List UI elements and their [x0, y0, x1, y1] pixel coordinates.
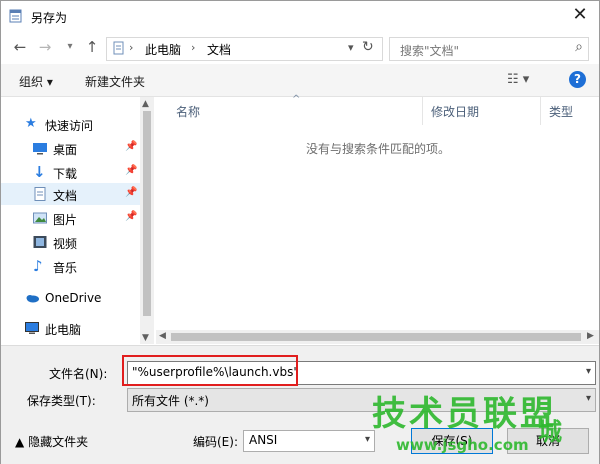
up-button[interactable]: ↑ [83, 38, 101, 56]
chevron-down-icon[interactable]: ▾ [586, 366, 591, 377]
sidebar-item-music[interactable]: ♪ 音乐 [1, 255, 141, 277]
address-dropdown-icon[interactable]: ▾ [348, 41, 354, 54]
breadcrumb-this-pc[interactable]: 此电脑 [145, 41, 181, 58]
watermark-logo: 技术员联盟 [372, 394, 557, 434]
help-icon[interactable]: ? [569, 71, 586, 88]
nav-pane-scroll-thumb[interactable] [143, 111, 151, 316]
navigation-pane: ★ 快速访问 桌面 📌 ↓ 下载 📌 文档 📌 图片 📌 视频 ♪ 音乐 One… [1, 97, 154, 344]
view-options-icon[interactable]: ☷ ▾ [507, 72, 529, 87]
hide-folders-label: 隐藏文件夹 [28, 435, 89, 449]
sidebar-item-label: 图片 [53, 213, 78, 227]
pc-icon [25, 322, 39, 334]
filetype-value: 所有文件 (*.*) [132, 394, 209, 408]
new-folder-button[interactable]: 新建文件夹 [85, 73, 145, 90]
empty-message: 没有与搜索条件匹配的项。 [306, 142, 451, 156]
search-icon[interactable]: ⌕ [575, 39, 583, 55]
pin-icon: 📌 [125, 141, 138, 152]
file-list: 名称 ^ 修改日期 类型 没有与搜索条件匹配的项。 ◀ ▶ [156, 94, 599, 344]
sidebar-item-label: 视频 [53, 237, 78, 251]
sidebar-item-label: OneDrive [45, 291, 102, 305]
notepad-icon [9, 9, 22, 23]
scroll-down-icon[interactable]: ▼ [142, 333, 149, 343]
search-input[interactable]: 搜索"文档" ⌕ [389, 37, 589, 61]
window-title: 另存为 [31, 11, 68, 25]
chevron-right-icon: › [129, 41, 134, 54]
encoding-value: ANSI [249, 433, 278, 447]
pin-icon: 📌 [125, 211, 138, 222]
scroll-up-icon[interactable]: ▲ [142, 99, 149, 109]
sidebar-item-pictures[interactable]: 图片 📌 [1, 207, 141, 229]
chevron-down-icon[interactable]: ▾ [365, 434, 370, 445]
column-separator[interactable] [422, 97, 423, 125]
sidebar-item-onedrive[interactable]: OneDrive [1, 287, 141, 309]
scroll-right-icon[interactable]: ▶ [587, 331, 594, 341]
onedrive-icon [26, 295, 39, 303]
chevron-right-icon: › [191, 41, 196, 54]
recent-locations-button[interactable]: ▾ [61, 38, 79, 56]
sidebar-item-desktop[interactable]: 桌面 📌 [1, 137, 141, 159]
sidebar-item-label: 音乐 [53, 261, 78, 275]
column-header-name[interactable]: 名称 [176, 103, 200, 120]
hide-folders-toggle[interactable]: ▲ 隐藏文件夹 [15, 433, 88, 450]
pictures-icon [33, 212, 47, 224]
address-bar[interactable]: › 此电脑 › 文档 ▾ ↻ [106, 37, 383, 61]
forward-button[interactable]: → [36, 38, 54, 56]
document-icon [34, 187, 46, 201]
search-placeholder: 搜索"文档" [400, 44, 460, 58]
column-header-date-modified[interactable]: 修改日期 [431, 103, 479, 120]
sidebar-item-label: 桌面 [53, 143, 78, 157]
pin-icon: 📌 [125, 187, 138, 198]
star-icon: ★ [25, 116, 37, 131]
breadcrumb-documents[interactable]: 文档 [207, 41, 231, 58]
music-icon: ♪ [33, 257, 43, 275]
watermark-url: www.jsgho.com [396, 436, 529, 454]
sidebar-item-quick-access[interactable]: ★ 快速访问 [1, 113, 141, 135]
desktop-icon [33, 143, 47, 155]
file-list-scrollbar[interactable]: ◀ ▶ [156, 330, 599, 344]
title-bar: 另存为 ✕ [1, 1, 599, 31]
pin-icon: 📌 [125, 165, 138, 176]
video-icon [33, 236, 47, 248]
column-header-type[interactable]: 类型 [549, 103, 573, 120]
column-separator[interactable] [540, 97, 541, 125]
sidebar-item-documents[interactable]: 文档 📌 [1, 183, 140, 205]
watermark-suffix: 城 [538, 418, 562, 446]
filename-highlight-box [122, 355, 298, 386]
filename-label: 文件名(N): [49, 367, 108, 381]
filetype-label: 保存类型(T): [27, 394, 96, 408]
sort-ascending-icon: ^ [292, 94, 301, 105]
toolbar: 组织 ▾ 新建文件夹 ☷ ▾ ? [1, 64, 599, 97]
chevron-down-icon[interactable]: ▾ [586, 393, 591, 404]
encoding-select[interactable]: ANSI ▾ [243, 430, 375, 452]
document-icon [113, 41, 124, 55]
sidebar-item-label: 快速访问 [45, 119, 94, 133]
file-list-scroll-thumb[interactable] [171, 333, 581, 341]
refresh-icon[interactable]: ↻ [362, 39, 374, 55]
sidebar-item-downloads[interactable]: ↓ 下载 📌 [1, 161, 141, 183]
close-button[interactable]: ✕ [571, 5, 589, 25]
chevron-up-icon: ▲ [15, 435, 25, 449]
sidebar-item-label: 此电脑 [45, 323, 82, 337]
sidebar-item-label: 文档 [53, 189, 78, 203]
sidebar-item-this-pc[interactable]: 此电脑 [1, 317, 141, 339]
organize-button[interactable]: 组织 ▾ [19, 73, 53, 90]
navigation-bar: ← → ▾ ↑ › 此电脑 › 文档 ▾ ↻ 搜索"文档" ⌕ [1, 32, 599, 62]
scroll-left-icon[interactable]: ◀ [159, 331, 166, 341]
sidebar-item-label: 下载 [53, 167, 78, 181]
encoding-label: 编码(E): [193, 435, 238, 449]
download-icon: ↓ [33, 163, 46, 181]
sidebar-item-videos[interactable]: 视频 [1, 231, 141, 253]
back-button[interactable]: ← [11, 38, 29, 56]
